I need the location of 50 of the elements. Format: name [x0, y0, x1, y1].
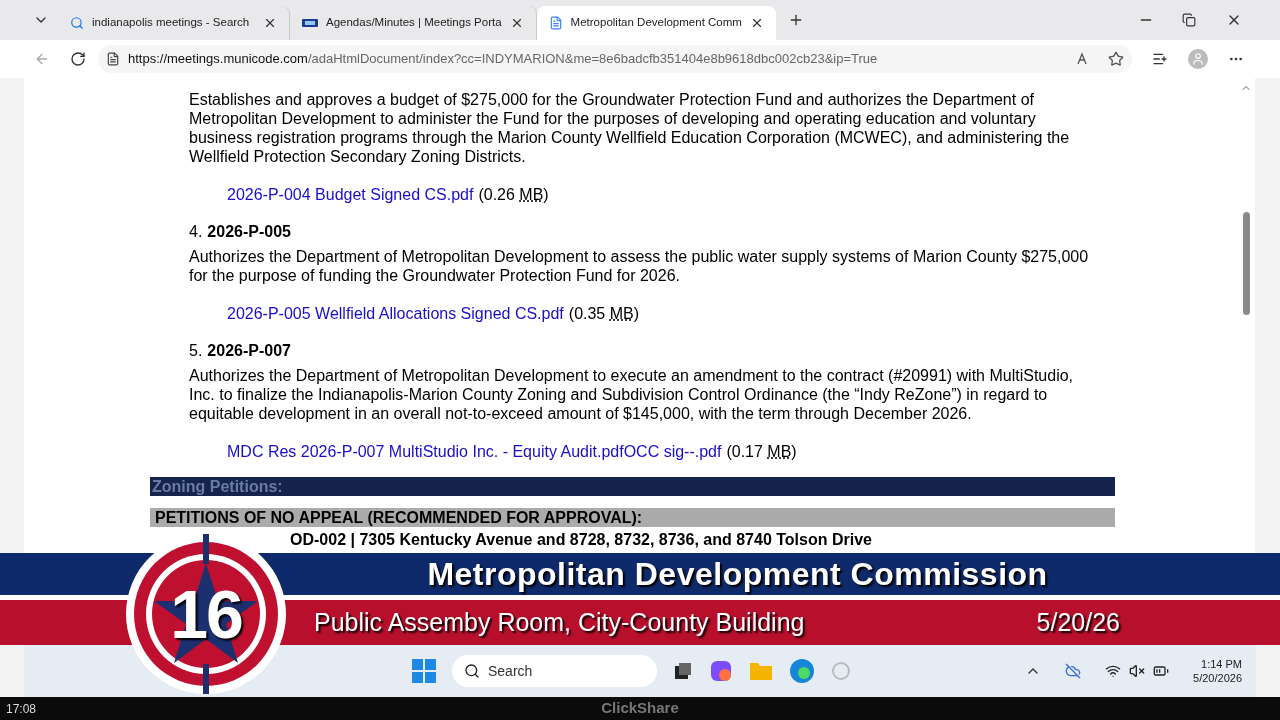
tab-title: Metropolitan Development Comm — [570, 15, 742, 31]
mute-icon[interactable] — [1129, 663, 1146, 679]
petition-line: OD-002 | 7305 Kentucky Avenue and 8728, 8732, 8736, and 8740 Tolson Drive — [290, 531, 873, 549]
cloud-icon[interactable] — [1065, 663, 1082, 679]
attachment-link[interactable]: 2026-P-004 Budget Signed CS.pdf — [227, 185, 474, 204]
item-code: 2026-P-007 — [207, 341, 291, 360]
page-info-icon[interactable] — [106, 52, 120, 66]
file-size: (0.26 MB) — [478, 185, 549, 204]
subsection-header: PETITIONS OF NO APPEAL (RECOMMENDED FOR APPROVAL): — [150, 508, 1115, 527]
search-icon — [70, 16, 84, 30]
attachment-link[interactable]: MDC Res 2026-P-007 MultiStudio Inc. - Equity Audit.pdfOCC sig--.pdf — [227, 442, 722, 461]
clock[interactable]: 1:14 PM 5/20/2026 — [1193, 657, 1242, 685]
section-header: Zoning Petitions: — [150, 477, 1115, 496]
attachment-link[interactable]: 2026-P-005 Wellfield Allocations Signed CS.pdf — [227, 304, 564, 323]
item-description: Authorizes the Department of Metropolitan Development to assess the public water supply systems of Marion County $275,000 for the purpose of funding the Groundwater Protection Fund for 2026. — [189, 247, 1090, 285]
reload-icon[interactable] — [70, 51, 86, 67]
banner-location: Public Assemby Room, City-County Building — [314, 606, 805, 638]
address-bar[interactable]: https://meetings.municode.com/adaHtmlDocument/index?cc=INDYMARION&me=8e6badcfb351404e8b9618dbc002cb23&ip=True — [98, 45, 1132, 73]
tab-title: Agendas/Minutes | Meetings Porta — [326, 15, 502, 31]
url-text: https://meetings.municode.com/adaHtmlDocument/index?cc=INDYMARION&me=8e6badcfb351404e8b9618dbc002cb23&ip=True — [128, 50, 879, 69]
battery-icon[interactable] — [1153, 663, 1170, 679]
file-size: (0.35 MB) — [568, 304, 640, 323]
item-code: 2026-P-005 — [207, 222, 291, 241]
favorite-icon[interactable] — [1108, 51, 1124, 67]
search-placeholder: Search — [488, 661, 533, 681]
scrollbar-thumb[interactable] — [1242, 212, 1250, 315]
timestamp: 17:08 — [6, 700, 37, 718]
file-size: (0.17 MB) — [726, 442, 797, 461]
close-icon[interactable] — [263, 16, 277, 30]
banner-date: 5/20/26 — [1036, 606, 1120, 638]
wifi-icon[interactable] — [1105, 663, 1122, 679]
site-icon — [302, 18, 318, 28]
item-description: Establishes and approves a budget of $275,000 for the Groundwater Protection Fund and authorizes the Department of Metropolitan Development to administer the Fund for the purposes of developing and operating education and voluntary business registration programs through the Marion County Wellfield Education Corporation (MCWEC), and administering the Wellfield Protection Secondary Zoning Districts. — [189, 90, 1071, 166]
restore-icon[interactable] — [1182, 13, 1196, 27]
item-number: 4. — [189, 222, 203, 241]
tab-title: indianapolis meetings - Search — [92, 15, 251, 31]
favorites-icon[interactable] — [1152, 51, 1168, 67]
banner-title: Metropolitan Development Commission — [427, 555, 1048, 594]
start-icon[interactable] — [412, 659, 436, 683]
document-icon — [548, 16, 563, 30]
browser-tab[interactable]: Metropolitan Development Comm — [536, 6, 776, 40]
browser-icon[interactable] — [789, 658, 815, 684]
brand-label: ClickShare — [601, 698, 679, 719]
taskbar-search-field[interactable]: Search — [452, 655, 657, 687]
task-view-icon[interactable] — [673, 661, 693, 681]
loading-icon — [831, 661, 851, 681]
app-icon[interactable] — [709, 659, 733, 683]
item-number: 5. — [189, 341, 203, 360]
item-description: Authorizes the Department of Metropolitan Development to execute an amendment to the contract (#20991) with MultiStudio, Inc. to finalize the Indianapolis-Marion County Zoning and Subdivision Control Ordinance (the “Indy ReZone”) in regard to equitable development in an overall not-to-exceed amount of $145,000, with the term through December 2026. — [189, 366, 1075, 423]
search-icon — [464, 663, 480, 679]
